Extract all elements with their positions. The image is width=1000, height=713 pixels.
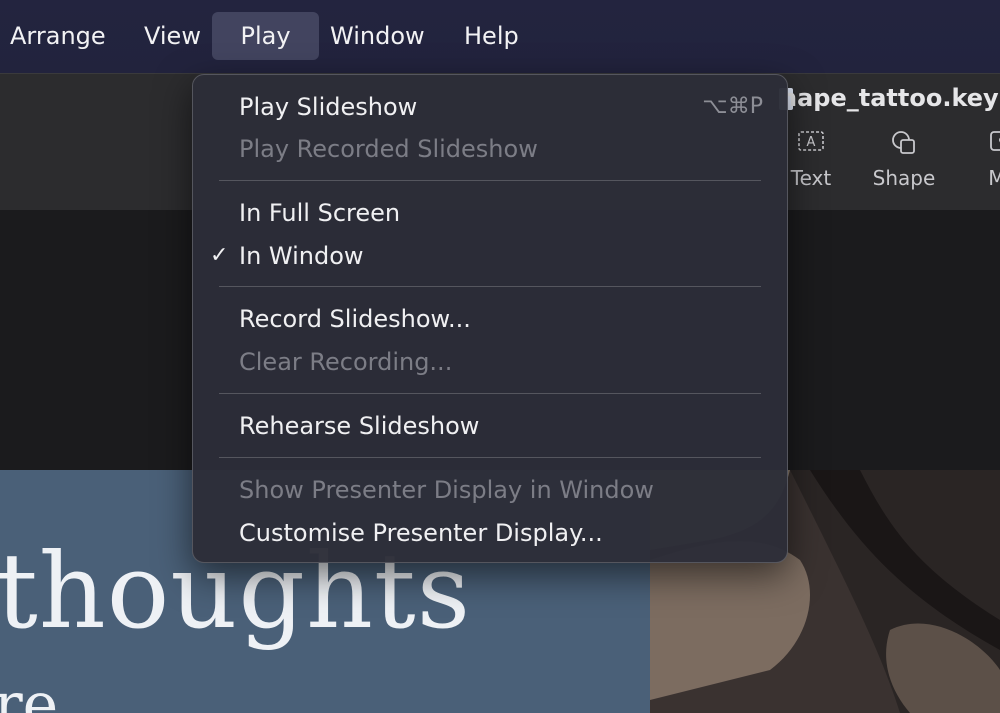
svg-text:A: A: [807, 135, 816, 150]
shape-tool-label: Shape: [872, 166, 936, 190]
shape-icon: [890, 130, 918, 154]
menu-separator: [219, 457, 761, 458]
media-icon: [989, 130, 1000, 152]
play-dropdown-menu: Play Slideshow ⌥⌘P Play Recorded Slidesh…: [192, 74, 788, 563]
media-tool-label: Me: [988, 166, 1000, 190]
document-title: nape_tattoo.key: [780, 84, 999, 112]
menu-arrange[interactable]: Arrange: [0, 12, 120, 60]
menu-item-in-window[interactable]: In Window: [239, 236, 364, 276]
menu-bar: Arrange View Play Window Help: [0, 0, 1000, 73]
menu-item-record-slideshow[interactable]: Record Slideshow...: [239, 299, 471, 339]
slide-subline: re: [0, 670, 59, 713]
menu-separator: [219, 180, 761, 181]
menu-item-in-full-screen[interactable]: In Full Screen: [239, 193, 400, 233]
menu-separator: [219, 393, 761, 394]
shape-tool-button[interactable]: Shape: [864, 130, 944, 190]
play-slideshow-shortcut: ⌥⌘P: [702, 94, 763, 119]
checkmark-icon: ✓: [210, 243, 229, 268]
menu-item-clear-recording: Clear Recording...: [239, 348, 453, 376]
menu-item-play-recorded-slideshow: Play Recorded Slideshow: [239, 135, 538, 163]
menu-view[interactable]: View: [130, 12, 215, 60]
menu-item-customise-presenter-display[interactable]: Customise Presenter Display...: [239, 513, 603, 553]
menu-play[interactable]: Play: [212, 12, 319, 60]
menu-item-play-slideshow[interactable]: Play Slideshow: [239, 87, 417, 127]
menu-window[interactable]: Window: [316, 12, 439, 60]
menu-help[interactable]: Help: [450, 12, 533, 60]
menu-item-show-presenter-display: Show Presenter Display in Window: [239, 476, 654, 504]
media-tool-button[interactable]: Me: [963, 130, 1000, 190]
menu-separator: [219, 286, 761, 287]
text-box-icon: A: [797, 130, 825, 152]
menu-item-rehearse-slideshow[interactable]: Rehearse Slideshow: [239, 406, 479, 446]
